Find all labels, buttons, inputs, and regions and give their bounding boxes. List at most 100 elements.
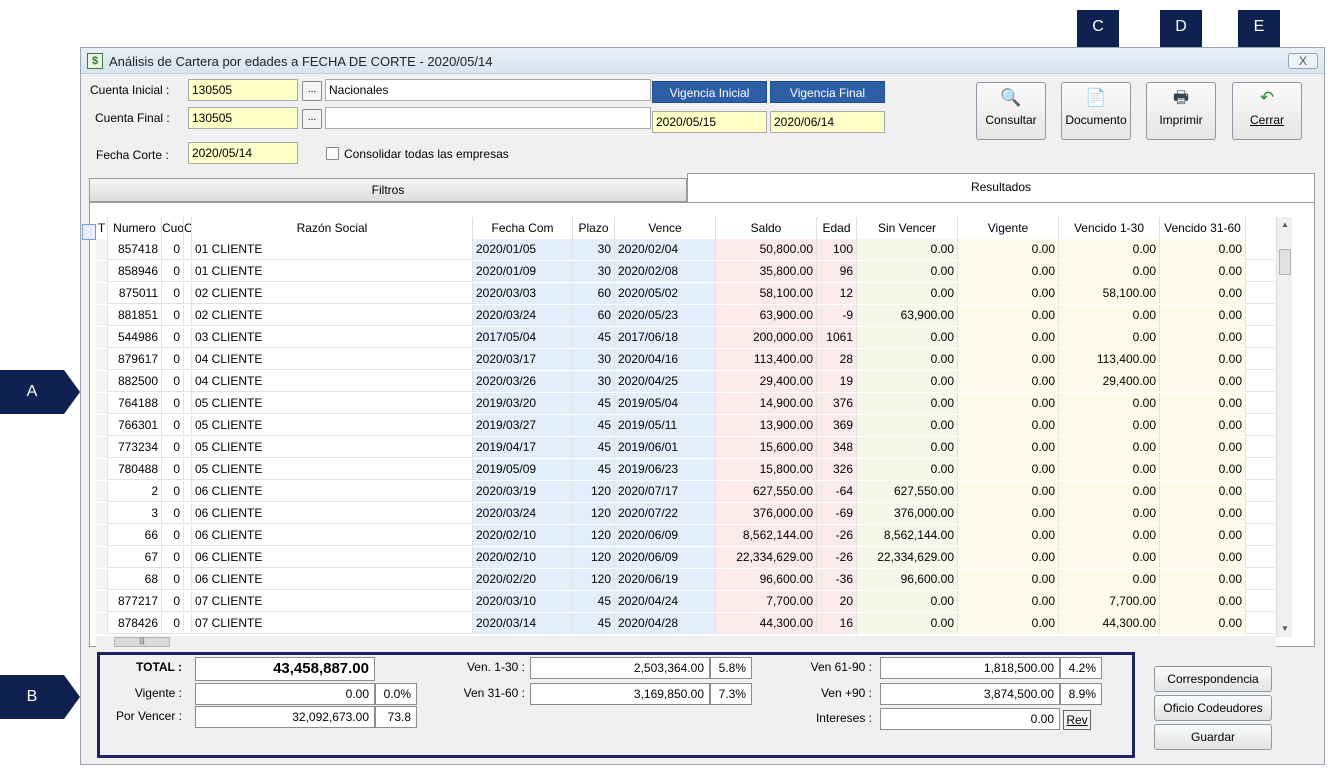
table-cell: 2020/03/24 bbox=[473, 503, 573, 524]
table-cell: 376,000.00 bbox=[857, 503, 958, 524]
rev-button[interactable]: Rev bbox=[1063, 710, 1091, 730]
table-cell: 15,600.00 bbox=[716, 437, 817, 458]
table-row[interactable]: 3 0 06 CLIENTE 2020/03/24 120 2020/07/22 376,0… bbox=[96, 503, 1274, 524]
fecha-corte-label: Fecha Corte : bbox=[96, 148, 169, 162]
column-header[interactable]: Numero bbox=[108, 217, 162, 239]
table-cell: 0 bbox=[162, 547, 184, 568]
table-cell: 879617 bbox=[108, 349, 162, 370]
cerrar-button[interactable]: ↶ Cerrar bbox=[1232, 82, 1302, 140]
table-cell: 15,800.00 bbox=[716, 459, 817, 480]
column-header[interactable]: Cuo bbox=[162, 217, 184, 239]
oficio-codeudores-button[interactable]: Oficio Codeudores bbox=[1154, 695, 1272, 721]
column-header[interactable]: Vencido 31-60 bbox=[1160, 217, 1246, 239]
table-row[interactable]: 858946 0 01 CLIENTE 2020/01/09 30 2020/02/08 3… bbox=[96, 261, 1274, 282]
table-row[interactable]: 881851 0 02 CLIENTE 2020/03/24 60 2020/05/23 6… bbox=[96, 305, 1274, 326]
column-header[interactable]: Vence bbox=[615, 217, 716, 239]
table-row[interactable]: 766301 0 05 CLIENTE 2019/03/27 45 2019/05/11 1… bbox=[96, 415, 1274, 436]
table-cell: 07 CLIENTE bbox=[192, 613, 473, 634]
scroll-thumb[interactable] bbox=[1279, 249, 1291, 275]
window-close-button[interactable]: X bbox=[1288, 53, 1318, 69]
vigencia-final-field[interactable]: 2020/06/14 bbox=[770, 111, 885, 133]
table-row[interactable]: 879617 0 04 CLIENTE 2020/03/17 30 2020/04/16 1… bbox=[96, 349, 1274, 370]
table-cell: 45 bbox=[573, 415, 615, 436]
column-header[interactable]: Sin Vencer bbox=[857, 217, 958, 239]
cuenta-final-name-field bbox=[325, 107, 651, 129]
column-header[interactable]: Saldo bbox=[716, 217, 817, 239]
grid-options-icon[interactable] bbox=[82, 224, 96, 240]
table-cell: 45 bbox=[573, 327, 615, 348]
table-cell: 0.00 bbox=[1160, 393, 1246, 414]
table-row[interactable]: 764188 0 05 CLIENTE 2019/03/20 45 2019/05/04 1… bbox=[96, 393, 1274, 414]
table-cell: 06 CLIENTE bbox=[192, 569, 473, 590]
consolidar-checkbox[interactable] bbox=[326, 147, 339, 160]
table-cell: 0.00 bbox=[857, 349, 958, 370]
table-cell: 2019/05/09 bbox=[473, 459, 573, 480]
fecha-corte-input[interactable]: 2020/05/14 bbox=[188, 142, 298, 164]
column-header[interactable]: T bbox=[96, 217, 108, 239]
table-cell: 2 bbox=[108, 481, 162, 502]
table-cell bbox=[96, 349, 108, 370]
table-cell: 05 CLIENTE bbox=[192, 437, 473, 458]
table-row[interactable]: 875011 0 02 CLIENTE 2020/03/03 60 2020/05/02 5… bbox=[96, 283, 1274, 304]
column-header[interactable]: Plazo bbox=[573, 217, 615, 239]
table-cell: 858946 bbox=[108, 261, 162, 282]
cuenta-final-input[interactable]: 130505 bbox=[188, 107, 298, 129]
table-cell: 0.00 bbox=[958, 327, 1059, 348]
cuenta-final-label: Cuenta Final : bbox=[95, 111, 170, 125]
table-cell: 0 bbox=[162, 393, 184, 414]
column-header[interactable]: Fecha Com bbox=[473, 217, 573, 239]
imprimir-button[interactable]: 🖶 Imprimir bbox=[1146, 82, 1216, 140]
table-row[interactable]: 780488 0 05 CLIENTE 2019/05/09 45 2019/06/23 1… bbox=[96, 459, 1274, 480]
consultar-button[interactable]: 🔍 Consultar bbox=[976, 82, 1046, 140]
correspondencia-button[interactable]: Correspondencia bbox=[1154, 666, 1272, 692]
table-cell: 0.00 bbox=[958, 525, 1059, 546]
horizontal-scrollbar[interactable]: ||| bbox=[96, 636, 1276, 648]
table-cell bbox=[96, 305, 108, 326]
hscroll-thumb[interactable]: ||| bbox=[114, 637, 170, 647]
cuenta-inicial-lookup-button[interactable]: ... bbox=[302, 81, 322, 101]
table-cell: 22,334,629.00 bbox=[716, 547, 817, 568]
table-row[interactable]: 878426 0 07 CLIENTE 2020/03/14 45 2020/04/28 4… bbox=[96, 613, 1274, 634]
table-row[interactable]: 857418 0 01 CLIENTE 2020/01/05 30 2020/02/04 5… bbox=[96, 239, 1274, 260]
table-cell: 0 bbox=[162, 415, 184, 436]
table-cell: 2020/04/25 bbox=[615, 371, 716, 392]
table-row[interactable]: 882500 0 04 CLIENTE 2020/03/26 30 2020/04/25 2… bbox=[96, 371, 1274, 392]
vertical-scrollbar[interactable]: ▲ ▼ bbox=[1276, 217, 1292, 637]
table-cell: 06 CLIENTE bbox=[192, 547, 473, 568]
document-icon: 📄 bbox=[1085, 88, 1107, 107]
table-cell: 8,562,144.00 bbox=[857, 525, 958, 546]
documento-button[interactable]: 📄 Documento bbox=[1061, 82, 1131, 140]
cuenta-final-lookup-button[interactable]: ... bbox=[302, 109, 322, 129]
table-cell: 2020/01/05 bbox=[473, 239, 573, 260]
table-row[interactable]: 66 0 06 CLIENTE 2020/02/10 120 2020/06/09 8,56… bbox=[96, 525, 1274, 546]
table-cell: 0 bbox=[162, 437, 184, 458]
guardar-button[interactable]: Guardar bbox=[1154, 724, 1272, 750]
column-header[interactable]: Vigente bbox=[958, 217, 1059, 239]
table-cell: 878426 bbox=[108, 613, 162, 634]
column-header[interactable]: Razón Social bbox=[192, 217, 473, 239]
tab-filtros[interactable]: Filtros bbox=[89, 178, 687, 202]
table-row[interactable]: 68 0 06 CLIENTE 2020/02/20 120 2020/06/19 96,6… bbox=[96, 569, 1274, 590]
cuenta-inicial-input[interactable]: 130505 bbox=[188, 79, 298, 101]
table-cell: 20 bbox=[817, 591, 857, 612]
table-cell: 63,900.00 bbox=[716, 305, 817, 326]
scroll-up-icon[interactable]: ▲ bbox=[1277, 217, 1293, 233]
table-cell bbox=[96, 327, 108, 348]
scroll-down-icon[interactable]: ▼ bbox=[1277, 621, 1293, 637]
table-row[interactable]: 67 0 06 CLIENTE 2020/02/10 120 2020/06/09 22,3… bbox=[96, 547, 1274, 568]
table-row[interactable]: 773234 0 05 CLIENTE 2019/04/17 45 2019/06/01 1… bbox=[96, 437, 1274, 458]
table-cell bbox=[184, 613, 192, 634]
table-cell: 0.00 bbox=[958, 371, 1059, 392]
table-row[interactable]: 2 0 06 CLIENTE 2020/03/19 120 2020/07/17 627,5… bbox=[96, 481, 1274, 502]
table-row[interactable]: 877217 0 07 CLIENTE 2020/03/10 45 2020/04/24 7… bbox=[96, 591, 1274, 612]
table-cell: 29,400.00 bbox=[716, 371, 817, 392]
tab-resultados[interactable]: Resultados bbox=[687, 173, 1315, 203]
column-header[interactable]: C bbox=[184, 217, 192, 239]
table-row[interactable]: 544986 0 03 CLIENTE 2017/05/04 45 2017/06/18 2… bbox=[96, 327, 1274, 348]
column-header[interactable]: Edad bbox=[817, 217, 857, 239]
table-cell: 326 bbox=[817, 459, 857, 480]
table-cell bbox=[184, 371, 192, 392]
ven-90-label: Ven +90 : bbox=[820, 686, 872, 700]
column-header[interactable]: Vencido 1-30 bbox=[1059, 217, 1160, 239]
vigencia-inicial-field[interactable]: 2020/05/15 bbox=[652, 111, 767, 133]
